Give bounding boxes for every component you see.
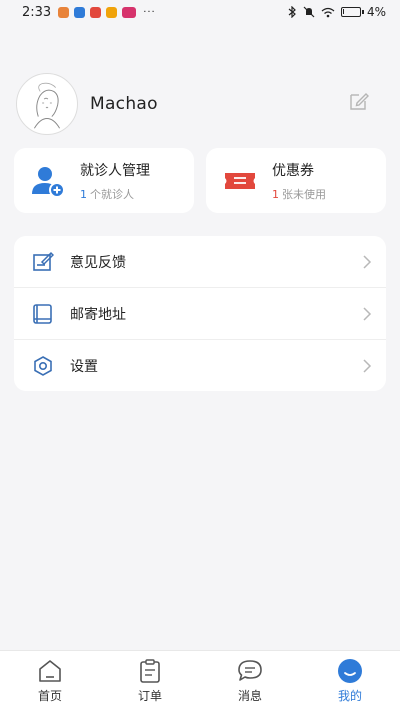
patient-card-title: 就诊人管理 — [80, 162, 150, 179]
feedback-icon — [33, 251, 54, 271]
mute-bell-icon — [303, 6, 315, 18]
patient-count-suffix: 个就诊人 — [90, 187, 134, 201]
menu-label-settings: 设置 — [70, 359, 98, 375]
status-time: 2:33 — [22, 4, 52, 20]
coupon-card-title: 优惠券 — [272, 162, 314, 179]
nav-item-messages[interactable]: 消息 — [210, 658, 290, 704]
chevron-right-icon — [363, 306, 372, 321]
profile-icon — [338, 659, 362, 683]
notification-app-icon — [74, 6, 86, 18]
battery-percent: 4% — [366, 5, 386, 19]
settings-menu: 意见反馈 邮寄地址 设置 — [14, 236, 386, 391]
message-icon — [238, 660, 262, 681]
menu-item-settings[interactable]: 设置 — [14, 340, 386, 391]
avatar-sketch-icon — [34, 82, 60, 129]
patient-count: 1 — [80, 187, 87, 201]
chevron-right-icon — [363, 359, 372, 373]
bluetooth-icon — [288, 6, 296, 18]
notification-app-icon — [58, 6, 70, 18]
edit-icon[interactable] — [348, 90, 370, 112]
notification-app-icon — [122, 6, 137, 18]
coupon-card[interactable]: 优惠券 1 张未使用 — [206, 148, 386, 213]
battery-icon — [340, 7, 364, 17]
book-icon — [33, 303, 52, 324]
avatar[interactable] — [16, 73, 78, 135]
patient-management-card[interactable]: 就诊人管理 1 个就诊人 — [14, 148, 194, 213]
nav-label-home: 首页 — [37, 689, 62, 703]
status-bar: 2:33 ··· 4% — [0, 0, 400, 24]
nav-item-profile[interactable]: 我的 — [310, 658, 390, 704]
username: Machao — [90, 94, 158, 114]
ticket-icon — [225, 172, 255, 189]
chevron-right-icon — [363, 254, 372, 269]
notification-app-icon — [106, 6, 118, 18]
settings-icon — [34, 356, 52, 376]
nav-label-orders: 订单 — [137, 689, 162, 703]
patient-card-subtitle: 1 个就诊人 — [80, 186, 150, 202]
profile-header: Machao — [16, 72, 386, 136]
nav-item-home[interactable]: 首页 — [10, 658, 90, 704]
more-notifications-indicator: ··· — [143, 6, 156, 18]
bottom-nav: 首页 订单 消息 我的 — [0, 650, 400, 711]
notification-app-icon — [90, 6, 102, 18]
nav-label-profile: 我的 — [337, 689, 362, 703]
coupon-count: 1 — [272, 187, 279, 201]
menu-item-mailing-address[interactable]: 邮寄地址 — [14, 288, 386, 340]
nav-label-messages: 消息 — [237, 689, 262, 703]
menu-label-feedback: 意见反馈 — [70, 254, 126, 271]
wifi-icon — [321, 7, 335, 17]
menu-label-mailing-address: 邮寄地址 — [70, 306, 126, 323]
battery-level — [342, 9, 344, 14]
status-left: 2:33 ··· — [22, 5, 156, 20]
clipboard-icon — [140, 659, 160, 683]
nav-item-orders[interactable]: 订单 — [110, 658, 190, 704]
patient-card-text: 就诊人管理 1 个就诊人 — [80, 160, 150, 202]
status-right: 4% — [288, 5, 386, 19]
coupon-count-suffix: 张未使用 — [282, 187, 326, 201]
user-add-icon — [32, 166, 65, 198]
coupon-card-subtitle: 1 张未使用 — [272, 186, 326, 202]
coupon-card-text: 优惠券 1 张未使用 — [272, 160, 326, 202]
home-icon — [39, 660, 61, 682]
menu-item-feedback[interactable]: 意见反馈 — [14, 236, 386, 288]
